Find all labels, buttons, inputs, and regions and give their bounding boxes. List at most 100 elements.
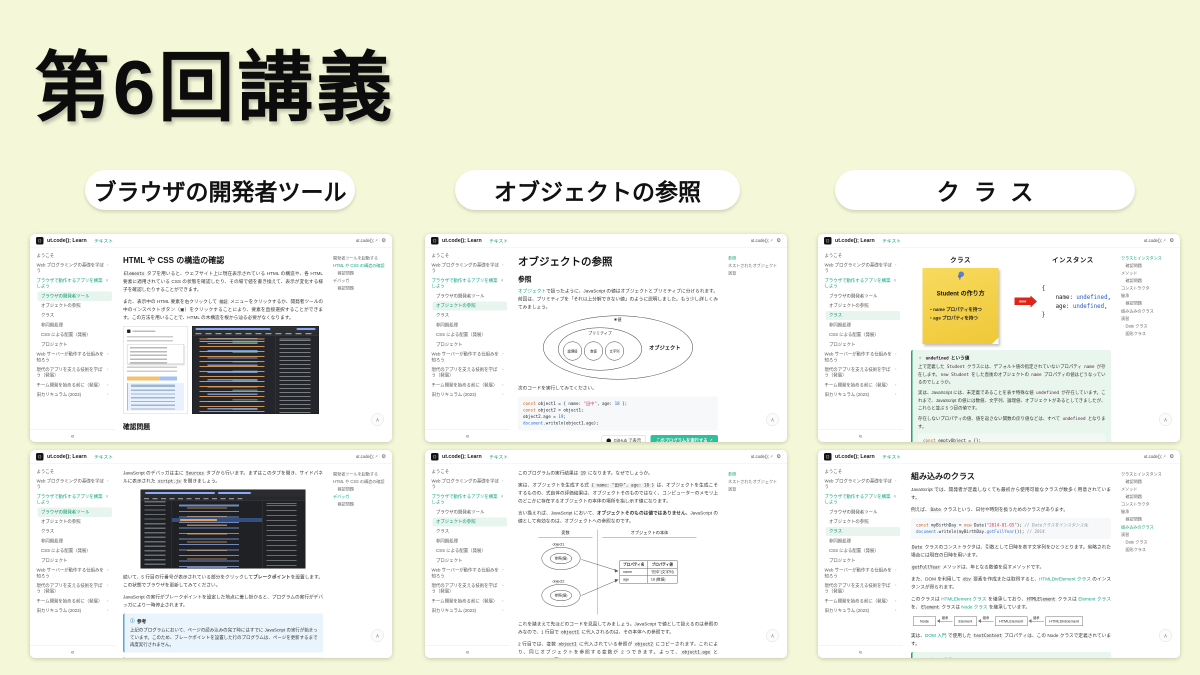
toc-item[interactable]: 参照 (728, 472, 782, 477)
toc-item[interactable]: 確認問題 (333, 271, 387, 276)
scroll-top-button[interactable]: ∧ (371, 413, 384, 426)
sidebar-item[interactable]: オブジェクトの参照 (432, 301, 507, 311)
sidebar-item[interactable]: 旧カリキュラム (2023) › (428, 606, 507, 615)
sidebar-item[interactable]: チーム開発を始める前に（発展） › (33, 597, 112, 606)
toc-item[interactable]: 確認問題 (333, 487, 387, 492)
external-site-link[interactable]: ut.code(); ↗ (751, 454, 773, 459)
sidebar-item[interactable]: チーム開発を始める前に（発展） › (428, 597, 507, 606)
sidebar-item[interactable]: 現代のアプリを支える技術を学ぼう（発展） › (33, 365, 112, 380)
sidebar-item[interactable]: 現代のアプリを支える技術を学ぼう（発展） › (33, 581, 112, 596)
sidebar-item[interactable]: ようこそ (821, 251, 900, 260)
toc-item[interactable]: 参照 (728, 256, 782, 261)
sidebar-item[interactable]: ブラウザの開発者ツール (826, 508, 901, 517)
header-nav-link[interactable]: テキスト (882, 237, 901, 245)
sidebar-item[interactable]: プロジェクト (38, 340, 113, 349)
sidebar-item[interactable]: CSS による配置（発展） (826, 330, 901, 339)
external-site-link[interactable]: ut.code(); ↗ (751, 238, 773, 243)
brand-link[interactable]: ut.code(); Learn (835, 238, 875, 244)
scroll-top-button[interactable]: ∧ (766, 413, 779, 426)
toc-item[interactable]: 確認問題 (1121, 494, 1175, 499)
sidebar-item[interactable]: ブラウザで動作するアプリを構築しよう ∨ (428, 492, 507, 507)
toc-item[interactable]: コンストラクタ (1121, 286, 1175, 291)
header-nav-link[interactable]: テキスト (489, 237, 508, 245)
sidebar-item[interactable]: プロジェクト (826, 340, 901, 349)
toc-item[interactable]: 確認問題 (1121, 278, 1175, 283)
sidebar-item[interactable]: オブジェクトの参照 (826, 301, 901, 310)
sidebar-item[interactable]: クラス (433, 311, 508, 320)
toc-item[interactable]: 図形クラス (1121, 548, 1175, 553)
sidebar-item[interactable]: ブラウザの開発者ツール (37, 507, 112, 517)
toc-item[interactable]: 図形クラス (1121, 332, 1175, 337)
sidebar-item[interactable]: 旧カリキュラム (2023) › (821, 606, 900, 615)
sidebar-collapse-button[interactable]: « (30, 645, 115, 659)
sidebar-collapse-button[interactable]: « (425, 429, 510, 443)
sidebar-collapse-button[interactable]: « (818, 429, 903, 443)
sidebar-item[interactable]: クラス (825, 526, 900, 537)
toc-item[interactable]: HTML や CSS の構造の確認 (333, 263, 387, 268)
toc-item[interactable]: 演習 (728, 487, 782, 492)
sidebar-item[interactable]: ブラウザの開発者ツール (433, 508, 508, 517)
sidebar-item[interactable]: Web サーバーが動作する仕組みを知ろう › (821, 566, 900, 581)
sidebar-item[interactable]: プロジェクト (433, 556, 508, 565)
sidebar-item[interactable]: Web サーバーが動作する仕組みを知ろう › (33, 566, 112, 581)
toc-item[interactable]: ネストされたオブジェクト (728, 479, 782, 484)
toc-item[interactable]: メソッド (1121, 271, 1175, 276)
sidebar-item[interactable]: プロジェクト (38, 556, 113, 565)
toc-item[interactable]: 継承 (1121, 510, 1175, 515)
toc-item[interactable]: メソッド (1121, 487, 1175, 492)
theme-toggle-icon[interactable]: ⚙ (776, 454, 781, 460)
toc-item[interactable]: 確認問題 (333, 502, 387, 507)
toc-item[interactable]: 演習 (1121, 532, 1175, 537)
sidebar-item[interactable]: 非同期処理 (38, 537, 113, 546)
toc-item[interactable]: ネストされたオブジェクト (728, 263, 782, 268)
toc-item[interactable]: 継承 (1121, 294, 1175, 299)
sidebar-item[interactable]: Web プログラミングの基礎を学ぼう › (428, 261, 507, 276)
sidebar-collapse-button[interactable]: « (425, 645, 510, 659)
external-site-link[interactable]: ut.code(); ↗ (356, 454, 378, 459)
scroll-top-button[interactable]: ∧ (371, 629, 384, 642)
sidebar-item[interactable]: チーム開発を始める前に（発展） › (821, 597, 900, 606)
sidebar-item[interactable]: クラス (433, 527, 508, 536)
sidebar-item[interactable]: ブラウザの開発者ツール (433, 292, 508, 301)
brand-link[interactable]: ut.code(); Learn (47, 454, 87, 460)
sidebar-item[interactable]: 現代のアプリを支える技術を学ぼう（発展） › (821, 365, 900, 380)
sidebar-item[interactable]: Web サーバーが動作する仕組みを知ろう › (428, 350, 507, 365)
toc-item[interactable]: クラスとインスタンス (1121, 472, 1175, 477)
sidebar-item[interactable]: チーム開発を始める前に（発展） › (428, 381, 507, 390)
sidebar-item[interactable]: CSS による配置（発展） (38, 330, 113, 339)
header-nav-link[interactable]: テキスト (882, 453, 901, 461)
toc-item[interactable]: 演習 (728, 271, 782, 276)
sidebar-item[interactable]: 非同期処理 (826, 537, 901, 546)
brand-link[interactable]: ut.code(); Learn (47, 238, 87, 244)
sidebar-item[interactable]: クラス (825, 310, 900, 321)
sidebar-item[interactable]: オブジェクトの参照 (38, 517, 113, 526)
sidebar-item[interactable]: CSS による配置（発展） (433, 546, 508, 555)
sidebar-item[interactable]: ブラウザで動作するアプリを構築しよう ∨ (33, 492, 112, 507)
header-nav-link[interactable]: テキスト (94, 453, 113, 461)
toc-item[interactable]: 開発者ツールを起動する (333, 472, 387, 477)
scroll-top-button[interactable]: ∧ (1159, 413, 1172, 426)
sidebar-item[interactable]: Web プログラミングの基礎を学ぼう › (428, 477, 507, 492)
scroll-top-button[interactable]: ∧ (1159, 629, 1172, 642)
theme-toggle-icon[interactable]: ⚙ (776, 238, 781, 244)
sidebar-item[interactable]: オブジェクトの参照 (826, 517, 901, 526)
external-site-link[interactable]: ut.code(); ↗ (1144, 238, 1166, 243)
sidebar-item[interactable]: ブラウザの開発者ツール (37, 291, 112, 301)
sidebar-item[interactable]: 非同期処理 (433, 537, 508, 546)
sidebar-item[interactable]: 旧カリキュラム (2023) › (33, 390, 112, 399)
sidebar-item[interactable]: 旧カリキュラム (2023) › (428, 390, 507, 399)
sidebar-item[interactable]: 旧カリキュラム (2023) › (821, 390, 900, 399)
toc-item[interactable]: Date クラス (1121, 324, 1175, 329)
theme-toggle-icon[interactable]: ⚙ (1169, 238, 1174, 244)
toc-item[interactable]: 確認問題 (333, 286, 387, 291)
toc-item[interactable]: 確認問題 (1121, 301, 1175, 306)
sidebar-item[interactable]: プロジェクト (826, 556, 901, 565)
sidebar-item[interactable]: クラス (38, 527, 113, 536)
sidebar-item[interactable]: 旧カリキュラム (2023) › (33, 606, 112, 615)
sidebar-item[interactable]: ブラウザで動作するアプリを構築しよう ∨ (821, 276, 900, 291)
sidebar-item[interactable]: チーム開発を始める前に（発展） › (33, 381, 112, 390)
sidebar-item[interactable]: オブジェクトの参照 (38, 301, 113, 310)
sidebar-item[interactable]: CSS による配置（発展） (433, 330, 508, 339)
toc-item[interactable]: 開発者ツールを起動する (333, 256, 387, 261)
github-view-button[interactable]: GitHub で表示 (601, 435, 647, 442)
